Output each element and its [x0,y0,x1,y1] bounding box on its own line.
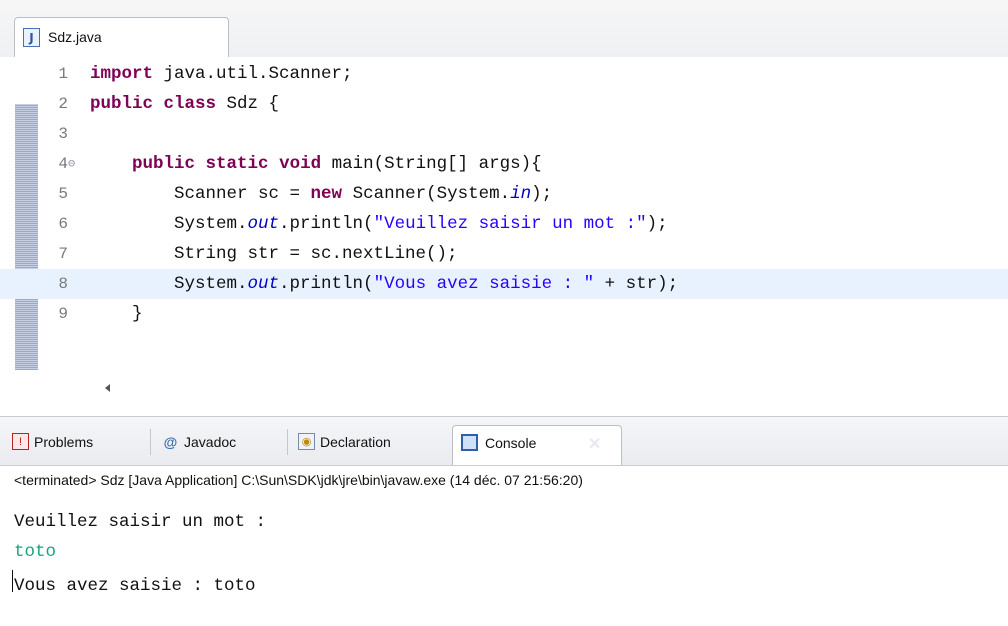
line-number: 1 [58,65,68,83]
keyword-token: static [205,154,269,174]
code-token: main(String[] args){ [321,154,542,174]
code-token: System. [90,274,248,294]
code-line[interactable]: 5 Scanner sc = new Scanner(System.in); [0,179,1008,209]
keyword-token: new [310,184,343,204]
code-line[interactable]: 4 ⊖ public static void main(String[] args… [0,149,1008,179]
editor-tabbar: J Sdz.java [0,0,1008,58]
console-input-line: toto [14,542,57,562]
line-number: 3 [58,125,68,143]
close-icon[interactable]: ✕ [588,434,601,454]
code-line[interactable]: 3 [0,119,1008,149]
code-token: System. [90,214,248,234]
code-text: Scanner sc = new Scanner(System.in); [90,179,552,209]
tab-problems-label: Problems [34,434,94,450]
code-line[interactable]: 9 } [0,299,1008,329]
code-token: + str); [594,274,679,294]
code-token: } [90,304,143,324]
code-text: } [90,299,143,329]
line-number: 8 [58,275,68,293]
tab-divider [287,429,288,455]
field-token: out [247,214,280,234]
keyword-token: void [279,154,322,174]
keyword-token: class [163,94,217,114]
keyword-token: public [132,154,196,174]
tab-declaration-label: Declaration [320,434,391,450]
code-token: ); [646,214,668,234]
field-token: in [510,184,532,204]
tab-console[interactable]: Console ✕ [452,425,622,465]
text-caret [12,570,13,592]
code-token: Sdz { [216,94,280,114]
code-token: .println( [279,214,374,234]
tab-divider [150,429,151,455]
code-line[interactable]: 1 import java.util.Scanner; [0,59,1008,89]
line-number: 9 [58,305,68,323]
tab-declaration[interactable]: ◉ Declaration [298,425,443,459]
code-line[interactable]: 8 System.out.println("Vous avez saisie :… [0,269,1008,299]
tab-console-label: Console [485,435,537,451]
field-token: out [247,274,280,294]
code-text: System.out.println("Veuillez saisir un m… [90,209,668,239]
code-token: java.util.Scanner; [153,64,353,84]
console-icon [461,434,478,451]
tab-problems[interactable]: ! Problems [12,425,147,459]
console-status: <terminated> Sdz [Java Application] C:\S… [0,465,1008,495]
editor-tab-label: Sdz.java [48,29,102,45]
tab-javadoc-label: Javadoc [184,434,237,450]
line-number: 7 [58,245,68,263]
console-output-line: Veuillez saisir un mot : [14,512,267,532]
tab-javadoc[interactable]: @ Javadoc [162,425,282,459]
code-text: String str = sc.nextLine(); [90,239,458,269]
code-text: System.out.println("Vous avez saisie : "… [90,269,678,299]
code-line[interactable]: 2 public class Sdz { [0,89,1008,119]
string-token: "Vous avez saisie : " [373,274,595,294]
console-status-text: <terminated> Sdz [Java Application] C:\S… [14,472,583,488]
code-line[interactable]: 6 System.out.println("Veuillez saisir un… [0,209,1008,239]
console-output-line: Vous avez saisie : toto [14,576,256,596]
line-number: 2 [58,95,68,113]
keyword-token: import [90,64,154,84]
code-text: public static void main(String[] args){ [90,149,542,179]
line-number: 4 [58,155,68,173]
java-file-icon: J [23,28,40,47]
code-token: Scanner sc = [90,184,311,204]
string-token: "Veuillez saisir un mot :" [373,214,647,234]
problems-icon: ! [12,433,29,450]
panel-tabbar: ! Problems @ Javadoc ◉ Declaration Conso… [0,416,1008,466]
code-text: import java.util.Scanner; [90,59,353,89]
scroll-left-arrow-icon[interactable] [105,384,110,392]
fold-collapse-icon[interactable]: ⊖ [68,149,75,179]
at-icon: @ [163,433,178,450]
code-line[interactable]: 7 String str = sc.nextLine(); [0,239,1008,269]
line-number: 5 [58,185,68,203]
code-text: public class Sdz { [90,89,279,119]
keyword-token: public [90,94,154,114]
declaration-icon: ◉ [298,433,315,450]
code-token: Scanner(System. [342,184,511,204]
code-token: String str = sc.nextLine(); [90,244,458,264]
code-token: ); [531,184,553,204]
line-number: 6 [58,215,68,233]
code-token: .println( [279,274,374,294]
editor-tab-sdz-java[interactable]: J Sdz.java [14,17,229,57]
